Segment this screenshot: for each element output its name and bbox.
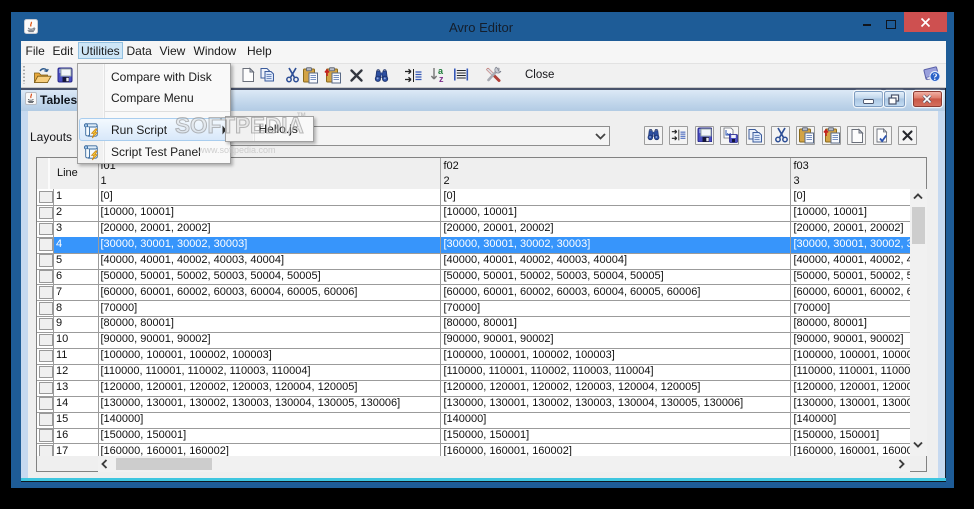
svg-text:z: z	[439, 74, 444, 83]
svg-text:?: ?	[933, 73, 938, 83]
